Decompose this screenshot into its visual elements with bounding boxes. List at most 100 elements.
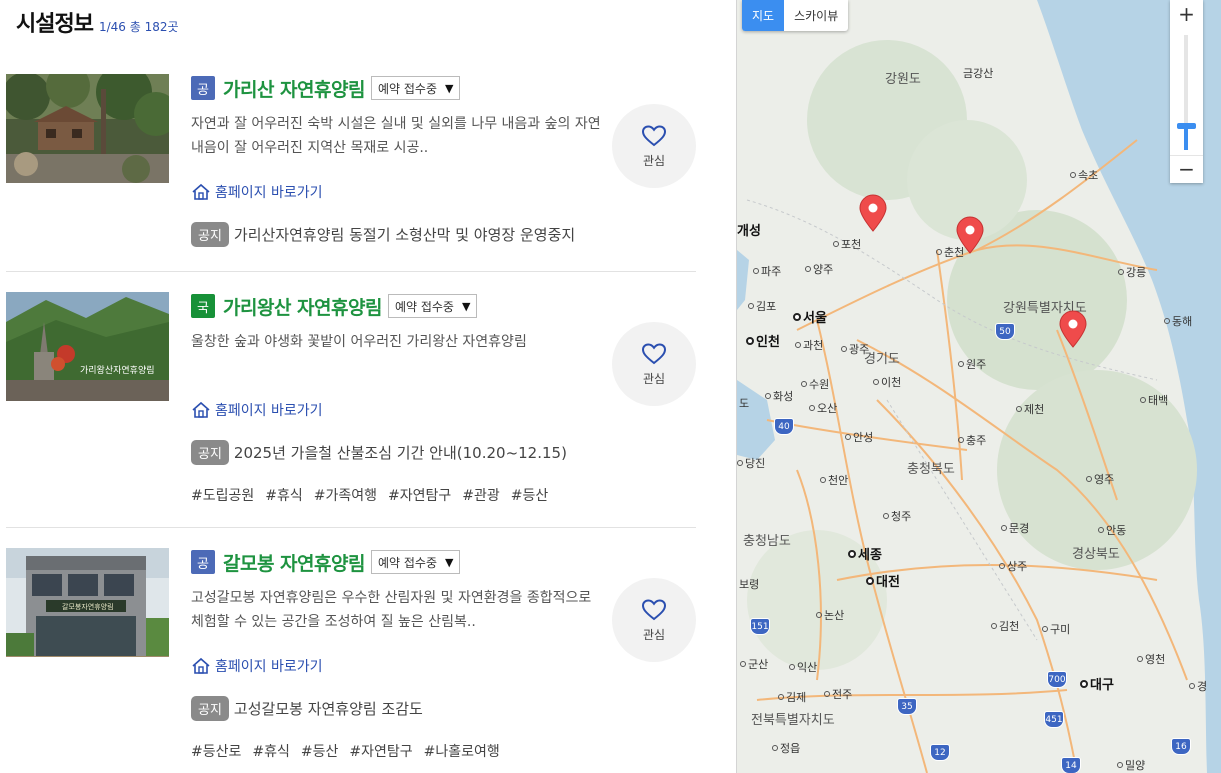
city-dot-icon	[883, 513, 889, 519]
city-dot-icon	[795, 342, 801, 348]
city-dot-icon	[873, 379, 879, 385]
city-dot-icon	[991, 623, 997, 629]
highway-shield-icon: 151	[750, 618, 770, 635]
facility-card: 가리왕산자연휴양림 국 가리왕산 자연휴양림 예약 접수중 ▼ 울창한 숲과 야…	[6, 292, 696, 528]
map-label: 강원도	[885, 72, 921, 87]
reservation-status-dropdown[interactable]: 예약 접수중 ▼	[387, 294, 478, 318]
city-dot-icon	[753, 268, 759, 274]
tag[interactable]: #휴식	[265, 485, 303, 505]
reservation-status-dropdown[interactable]: 예약 접수중 ▼	[370, 550, 461, 574]
list-header: 시설정보 1/46 총 182곳	[16, 6, 179, 38]
map-label: 충청북도	[907, 462, 955, 477]
map-label: 속초	[1070, 167, 1098, 183]
map-label: 대전	[866, 571, 900, 590]
notice-row[interactable]: 공지 고성갈모봉 자연휴양림 조감도	[191, 696, 423, 721]
map-panel[interactable]: 강원도 금강산 속초 개성 포천 춘천 파주 양주 강릉 강원특별자치도 김포 …	[736, 0, 1221, 773]
map-label: 양주	[805, 261, 833, 277]
result-count: 1/46 총 182곳	[98, 20, 179, 34]
map-pin-icon[interactable]	[955, 216, 985, 258]
thumbnail-sign-text: 가리왕산자연휴양림	[80, 364, 155, 376]
map-type-toggle: 지도 스카이뷰	[742, 0, 849, 31]
homepage-link[interactable]: 홈페이지 바로가기	[191, 400, 323, 420]
notice-badge: 공지	[191, 696, 229, 721]
homepage-link-label: 홈페이지 바로가기	[215, 659, 323, 675]
map-label: 과천	[795, 337, 823, 353]
notice-row[interactable]: 공지 가리산자연휴양림 동절기 소형산막 및 야영장 운영중지	[191, 222, 575, 247]
map-label: 김제	[778, 689, 806, 705]
facility-thumbnail[interactable]: 가리왕산자연휴양림	[6, 292, 169, 401]
notice-text: 가리산자연휴양림 동절기 소형산막 및 야영장 운영중지	[233, 226, 576, 244]
facility-name[interactable]: 갈모봉 자연휴양림	[223, 549, 365, 576]
heart-icon	[641, 598, 667, 620]
homepage-link-label: 홈페이지 바로가기	[215, 185, 323, 201]
highway-shield-icon: 35	[897, 698, 917, 715]
city-dot-icon	[772, 745, 778, 751]
tag[interactable]: #휴식	[252, 741, 290, 761]
map-label: 대구	[1080, 674, 1114, 693]
map-label: 경기도	[864, 352, 900, 367]
tag[interactable]: #도립공원	[191, 485, 254, 505]
facility-type-badge: 공	[191, 76, 215, 100]
map-label: 동해	[1164, 313, 1192, 329]
map-label: 포천	[833, 236, 861, 252]
caret-down-icon: ▼	[444, 555, 454, 569]
tag[interactable]: #가족여행	[314, 485, 377, 505]
map-label: 상주	[999, 558, 1027, 574]
tag[interactable]: #나홀로여행	[424, 741, 500, 761]
notice-text: 고성갈모봉 자연휴양림 조감도	[233, 700, 423, 718]
map-label: 문경	[1001, 520, 1029, 536]
map-type-map-button[interactable]: 지도	[742, 0, 785, 31]
facility-description: 고성갈모봉 자연휴양림은 우수한 산림자원 및 자연환경을 종합적으로 체험할 …	[191, 590, 592, 630]
tag[interactable]: #자연탐구	[349, 741, 412, 761]
map-label: 화성	[765, 388, 793, 404]
homepage-link[interactable]: 홈페이지 바로가기	[191, 656, 323, 676]
highway-shield-icon: 700	[1047, 671, 1067, 688]
reservation-status-value: 예약 접수중	[377, 81, 437, 96]
city-dot-icon	[999, 563, 1005, 569]
facility-name[interactable]: 가리산 자연휴양림	[223, 75, 365, 102]
tag[interactable]: #등산	[511, 485, 549, 505]
map-label: 청주	[883, 508, 911, 524]
highway-shield-icon: 50	[995, 323, 1015, 340]
city-dot-icon	[1086, 476, 1092, 482]
city-dot-icon	[824, 691, 830, 697]
zoom-in-button[interactable]: +	[1170, 0, 1203, 27]
facility-description: 울창한 숲과 야생화 꽃밭이 어우러진 가리왕산 자연휴양림	[191, 334, 527, 350]
city-dot-icon	[737, 460, 743, 466]
homepage-link[interactable]: 홈페이지 바로가기	[191, 182, 323, 202]
map-label: 오산	[809, 400, 837, 416]
tag[interactable]: #자연탐구	[388, 485, 451, 505]
facility-name[interactable]: 가리왕산 자연휴양림	[223, 293, 382, 320]
favorite-button[interactable]: 관심	[612, 578, 696, 662]
map-label: 세종	[848, 544, 882, 563]
zoom-slider-handle[interactable]	[1177, 123, 1196, 129]
city-dot-icon	[848, 550, 856, 558]
map-label: 서울	[793, 307, 827, 326]
thumbnail-sign-text: 갈모봉자연휴양림	[62, 602, 114, 611]
notice-row[interactable]: 공지 2025년 가을철 산불조심 기간 안내(10.20~12.15)	[191, 440, 567, 465]
facility-list-panel: 시설정보 1/46 총 182곳 공 가리산 자연휴양림 예약 접수중 ▼ 자연…	[0, 0, 736, 773]
favorite-button[interactable]: 관심	[612, 322, 696, 406]
map-label: 논산	[816, 607, 844, 623]
tag[interactable]: #관광	[462, 485, 500, 505]
tag[interactable]: #등산로	[191, 741, 241, 761]
facility-thumbnail[interactable]	[6, 74, 169, 183]
reservation-status-dropdown[interactable]: 예약 접수중 ▼	[370, 76, 461, 100]
notice-badge: 공지	[191, 440, 229, 465]
zoom-out-button[interactable]: −	[1170, 155, 1203, 182]
facility-thumbnail[interactable]: 갈모봉자연휴양림	[6, 548, 169, 657]
tag-list: #도립공원 #휴식 #가족여행 #자연탐구 #관광 #등산	[191, 485, 559, 505]
map-pin-icon[interactable]	[1058, 310, 1088, 352]
map-type-skyview-button[interactable]: 스카이뷰	[784, 0, 848, 31]
facility-type-badge: 국	[191, 294, 215, 318]
tag[interactable]: #등산	[301, 741, 339, 761]
city-dot-icon	[793, 313, 801, 321]
map-pin-icon[interactable]	[858, 194, 888, 236]
heart-icon	[641, 124, 667, 146]
map-label: 인천	[746, 331, 780, 350]
favorite-button[interactable]: 관심	[612, 104, 696, 188]
city-dot-icon	[740, 661, 746, 667]
city-dot-icon	[1117, 762, 1123, 768]
facility-description: 자연과 잘 어우러진 숙박 시설은 실내 및 실외를 나무 내음과 숲의 자연 …	[191, 116, 601, 156]
city-dot-icon	[1189, 683, 1195, 689]
